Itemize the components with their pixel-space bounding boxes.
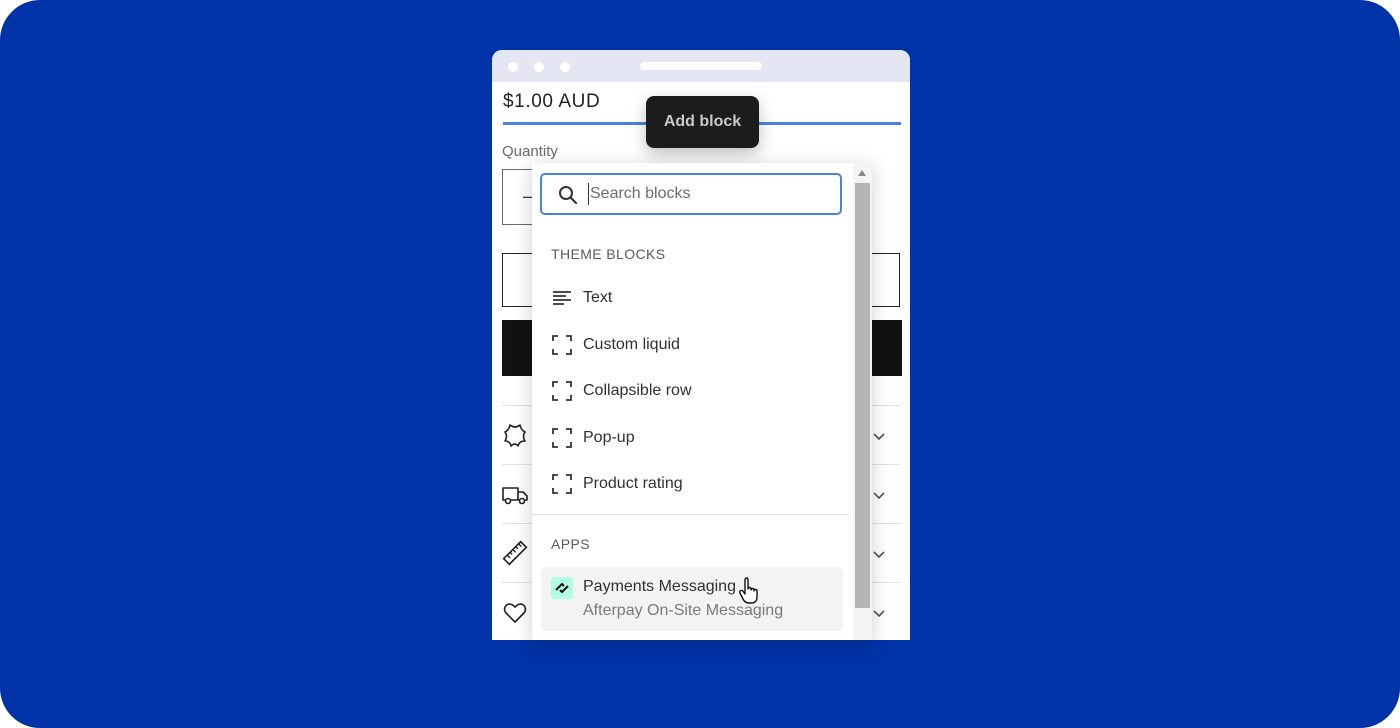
block-frame-icon	[552, 335, 572, 355]
window-dot	[508, 62, 518, 72]
apps-heading: APPS	[551, 536, 590, 552]
scrollbar-thumb[interactable]	[855, 183, 870, 608]
app-item-payments-messaging[interactable]: Payments Messaging Afterpay On-Site Mess…	[541, 567, 843, 631]
block-item-label: Text	[583, 289, 613, 306]
afterpay-icon	[551, 577, 573, 599]
block-item-collapsible-row[interactable]: Collapsible row	[540, 371, 844, 411]
window-titlebar	[492, 50, 910, 82]
chevron-down-icon[interactable]	[872, 547, 886, 561]
add-block-dropdown: THEME BLOCKS Text Custom liquid Collapsi…	[532, 163, 872, 640]
chevron-down-icon[interactable]	[872, 488, 886, 502]
quantity-label: Quantity	[502, 143, 558, 160]
text-align-icon	[553, 291, 571, 305]
chevron-down-icon[interactable]	[872, 606, 886, 620]
theme-blocks-heading: THEME BLOCKS	[551, 246, 666, 262]
block-item-label: Pop-up	[583, 429, 635, 446]
block-item-label: Collapsible row	[583, 382, 692, 399]
heart-icon	[503, 603, 527, 623]
add-block-tooltip: Add block	[646, 96, 759, 148]
search-input[interactable]	[588, 183, 830, 205]
scroll-up-arrow-icon[interactable]	[858, 170, 866, 176]
pointer-hand-icon	[738, 577, 758, 604]
block-item-pop-up[interactable]: Pop-up	[540, 418, 844, 458]
scrollbar[interactable]	[853, 163, 872, 640]
block-frame-icon	[552, 381, 572, 401]
block-item-product-rating[interactable]: Product rating	[540, 464, 844, 504]
leather-icon	[504, 424, 526, 447]
address-bar	[640, 62, 762, 70]
block-item-label: Custom liquid	[583, 336, 680, 353]
window-dot	[534, 62, 544, 72]
product-price: $1.00 AUD	[503, 91, 601, 112]
block-item-custom-liquid[interactable]: Custom liquid	[540, 325, 844, 365]
search-field[interactable]	[540, 173, 842, 215]
window-dot	[560, 62, 570, 72]
search-icon	[559, 186, 578, 205]
chevron-down-icon[interactable]	[872, 429, 886, 443]
block-item-label: Product rating	[583, 475, 683, 492]
truck-icon	[502, 487, 528, 505]
app-item-title: Payments Messaging	[583, 578, 736, 595]
block-item-text[interactable]: Text	[540, 278, 844, 318]
section-divider	[532, 514, 850, 515]
block-frame-icon	[552, 474, 572, 494]
ruler-icon	[502, 540, 528, 566]
block-frame-icon	[552, 428, 572, 448]
